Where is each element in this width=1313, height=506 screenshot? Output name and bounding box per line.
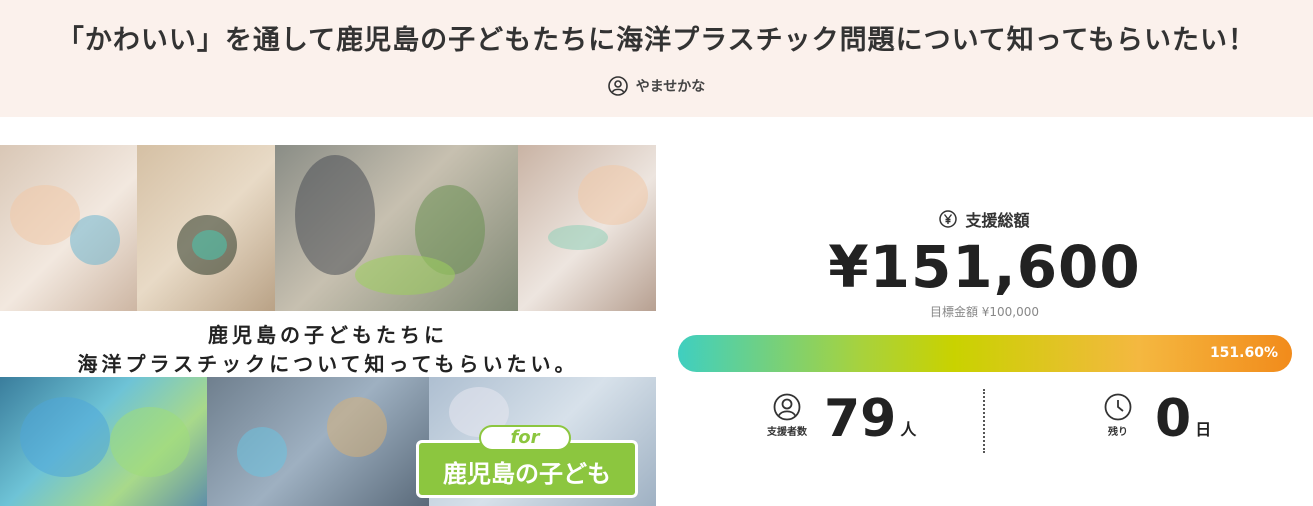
- hero-photo-plastic-pieces: [0, 377, 207, 506]
- hero-badge-for: for: [479, 425, 571, 451]
- clock-icon: [1104, 393, 1132, 421]
- goal-amount: 目標金額 ¥100,000: [929, 305, 1040, 319]
- remaining-unit: 日: [1195, 420, 1212, 439]
- hero-photo-crafting-hands: [0, 145, 137, 311]
- yen-circle-icon: [939, 210, 958, 228]
- project-hero-image: 鹿児島の子どもたちに 海洋プラスチックについて知ってもらいたい。 鹿児島の子ども…: [0, 145, 656, 506]
- hero-photo-sorting-plastic: [137, 145, 275, 311]
- hero-badge-text: 鹿児島の子ども: [443, 460, 611, 488]
- total-label: 支援総額: [656, 207, 1313, 231]
- user-circle-icon: [773, 393, 801, 421]
- total-amount: ¥151,600: [828, 233, 1141, 301]
- hero-caption-line2: 海洋プラスチックについて知ってもらいたい。: [77, 352, 579, 376]
- progress-bar: 151.60%: [678, 335, 1292, 372]
- hero-caption: 鹿児島の子どもたちに 海洋プラスチックについて知ってもらいたい。: [0, 311, 656, 377]
- author-name[interactable]: やませかな: [636, 76, 706, 96]
- supporters-stat: 支援者数 79 人: [760, 392, 916, 446]
- progress-percent: 151.60%: [1209, 345, 1278, 361]
- remaining-label: 残り: [1108, 427, 1128, 438]
- stats-divider: [983, 389, 985, 453]
- supporters-label: 支援者数: [767, 427, 807, 438]
- hero-caption-line1: 鹿児島の子どもたちに: [208, 323, 448, 347]
- hero-photo-heat-tool: [518, 145, 656, 311]
- remaining-stat: 残り 0 日: [1091, 392, 1211, 446]
- progress-bar-fill: [678, 335, 1292, 372]
- user-circle-icon: [607, 76, 628, 96]
- supporters-count: 79: [824, 389, 897, 449]
- hero-photo-children-working: [275, 145, 518, 311]
- hero-photo-accessories: [207, 377, 429, 506]
- total-label-text: 支援総額: [965, 211, 1030, 230]
- project-author[interactable]: やませかな: [0, 76, 1313, 96]
- supporters-unit: 人: [900, 420, 917, 439]
- remaining-count: 0: [1155, 389, 1192, 449]
- funding-stats: 支援総額 ¥151,600 目標金額 ¥100,000 151.60% 支援者数…: [656, 145, 1313, 506]
- project-title: 「かわいい」を通して鹿児島の子どもたちに海洋プラスチック問題について知ってもらい…: [56, 25, 1257, 56]
- project-header: 「かわいい」を通して鹿児島の子どもたちに海洋プラスチック問題について知ってもらい…: [0, 0, 1313, 117]
